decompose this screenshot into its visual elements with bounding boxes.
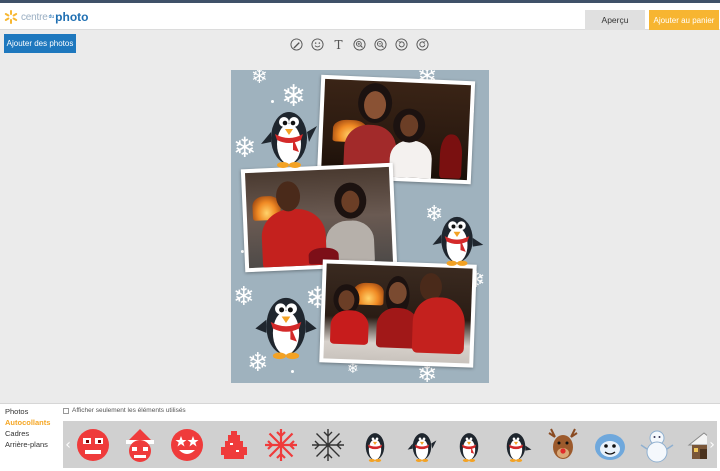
text-icon[interactable]: T — [331, 37, 346, 52]
collage-photo-3[interactable] — [319, 259, 477, 368]
penguin-sticker-2[interactable] — [402, 424, 442, 465]
logo[interactable]: centre du photo — [4, 7, 88, 27]
rotate-right-icon[interactable] — [415, 37, 430, 52]
logo-spark-icon — [4, 10, 18, 24]
logo-text-du: du — [48, 14, 55, 20]
logo-text-photo: photo — [55, 10, 89, 24]
svg-text:T: T — [334, 38, 342, 51]
category-stickers[interactable]: Autocollants — [5, 417, 50, 428]
add-photos-button[interactable]: Ajouter des photos — [4, 34, 76, 53]
used-only-label: Afficher seulement les éléments utilisés — [72, 407, 186, 414]
snowflake-icon: ❄ — [347, 361, 359, 377]
pencil-icon[interactable] — [289, 37, 304, 52]
photo-scene — [244, 166, 394, 269]
edit-toolbar: T — [289, 37, 430, 52]
collage-photo-2[interactable] — [240, 162, 398, 273]
smiley-icon[interactable] — [310, 37, 325, 52]
add-to-cart-button[interactable]: Ajouter au panier — [649, 10, 719, 30]
photo-scene — [323, 263, 473, 364]
rotate-left-icon[interactable] — [394, 37, 409, 52]
red-snowflake-sticker[interactable] — [261, 424, 301, 465]
snow-dot — [291, 370, 294, 373]
sticker-carousel: ‹ › — [63, 421, 717, 468]
pixel-face-sticker[interactable] — [73, 424, 113, 465]
snowflake-icon: ❄ — [233, 131, 257, 164]
reindeer-sticker[interactable] — [543, 424, 583, 465]
used-only-checkbox[interactable] — [63, 407, 69, 414]
collage-canvas[interactable]: ❄ ❄ ❄ ❄ ❄ ❄ ❄ ❄ ❄ ❄ ❄ — [231, 70, 489, 383]
zoom-out-icon[interactable] — [373, 37, 388, 52]
pixel-tree-sticker[interactable] — [214, 424, 254, 465]
pixel-star-eyes-sticker[interactable] — [167, 424, 207, 465]
penguin-sticker-1[interactable] — [355, 424, 395, 465]
penguin-sticker[interactable] — [257, 100, 321, 170]
carousel-prev-icon[interactable]: ‹ — [63, 421, 73, 468]
snowman-sticker[interactable] — [637, 424, 677, 465]
black-snowflake-sticker[interactable] — [308, 424, 348, 465]
preview-button[interactable]: Aperçu — [585, 10, 645, 30]
category-list: Photos Autocollants Cadres Arrière-plans — [5, 406, 50, 450]
used-only-filter[interactable]: Afficher seulement les éléments utilisés — [63, 407, 186, 414]
zoom-in-icon[interactable] — [352, 37, 367, 52]
category-backgrounds[interactable]: Arrière-plans — [5, 439, 50, 450]
pixel-santa-sticker[interactable] — [120, 424, 160, 465]
snowflake-icon: ❄ — [251, 70, 268, 88]
logo-text-centre: centre — [21, 11, 48, 23]
cabin-sticker[interactable] — [684, 424, 707, 465]
carousel-next-icon[interactable]: › — [707, 421, 717, 468]
category-frames[interactable]: Cadres — [5, 428, 50, 439]
yeti-sticker[interactable] — [590, 424, 630, 465]
penguin-sticker-4[interactable] — [496, 424, 536, 465]
category-photos[interactable]: Photos — [5, 406, 50, 417]
penguin-sticker[interactable] — [429, 206, 485, 268]
header: centre du photo Aperçu Ajouter au panier — [0, 3, 720, 30]
penguin-sticker[interactable] — [251, 284, 321, 362]
penguin-sticker-3[interactable] — [449, 424, 489, 465]
sticker-items — [73, 424, 707, 465]
